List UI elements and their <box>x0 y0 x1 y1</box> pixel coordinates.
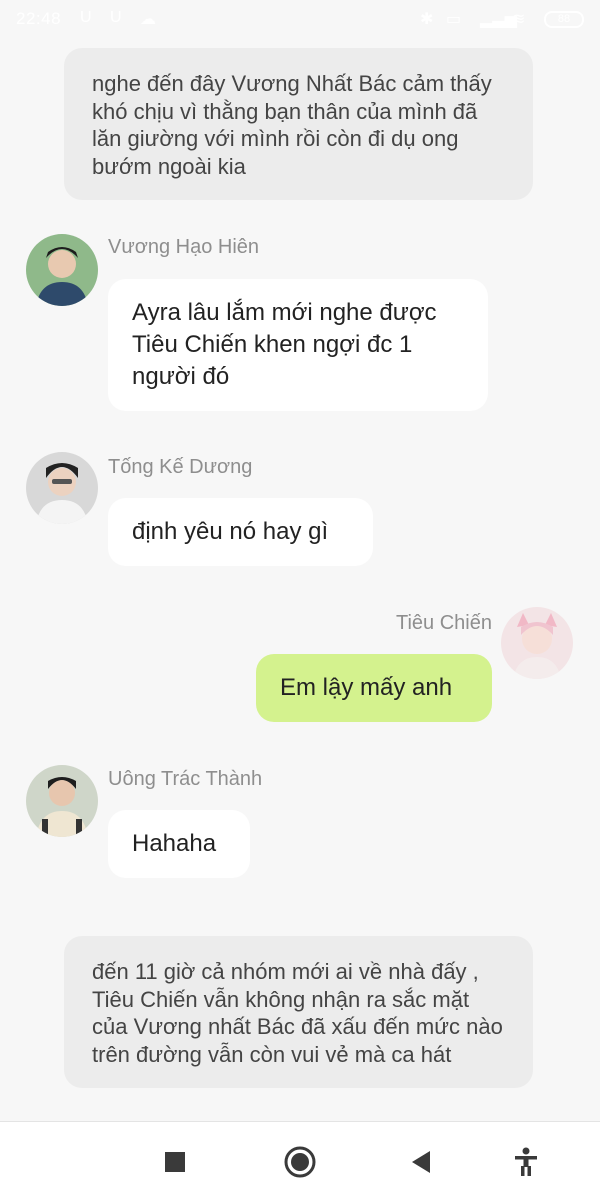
battery-icon: 88 <box>544 11 584 28</box>
u-notification-icon: U <box>80 9 92 26</box>
status-time: 22:48 <box>16 9 62 28</box>
message-text: Em lậy mấy anh <box>280 674 453 701</box>
circle-home-icon[interactable] <box>280 1144 320 1180</box>
avatar-tong-ke-duong[interactable] <box>26 452 98 524</box>
narration-text: nghe đến đây Vương Nhất Bác cảm thấy khó… <box>92 71 492 179</box>
sender-name: Tống Kế Dương <box>108 456 253 478</box>
narration-text: đến 11 giờ cả nhóm mới ai về nhà đấy , T… <box>92 959 503 1067</box>
vibrate-icon: ▭ <box>446 11 462 28</box>
accessibility-icon[interactable] <box>506 1144 546 1180</box>
avatar-tieu-chien[interactable] <box>501 607 573 679</box>
my-message-bubble[interactable]: Em lậy mấy anh <box>256 654 492 722</box>
message-text: Hahaha <box>132 830 217 857</box>
square-icon[interactable] <box>155 1144 195 1180</box>
sender-name: Uông Trác Thành <box>108 768 263 790</box>
avatar-image <box>26 452 98 524</box>
narration-box-top: nghe đến đây Vương Nhất Bác cảm thấy khó… <box>64 48 533 200</box>
avatar-image <box>501 607 573 679</box>
sender-name: Vương Hạo Hiên <box>108 236 260 258</box>
cloud-icon: ☁ <box>140 11 156 28</box>
avatar-image <box>26 234 98 306</box>
status-bar: 22:48 U U ☁ ✱ ▭ ▂▃▅ ≋ 88 <box>0 0 600 38</box>
message-text: Ayra lâu lắm mới nghe được Tiêu Chiến kh… <box>132 299 437 390</box>
navigation-bar <box>0 1121 600 1200</box>
message-bubble[interactable]: định yêu nó hay gì <box>108 498 373 566</box>
bluetooth-icon: ✱ <box>420 11 434 28</box>
wifi-icon: ≋ <box>512 11 526 28</box>
message-text: định yêu nó hay gì <box>132 518 329 545</box>
avatar-vuong-hao-hien[interactable] <box>26 234 98 306</box>
back-triangle-icon[interactable] <box>402 1144 442 1180</box>
message-bubble[interactable]: Hahaha <box>108 810 250 878</box>
sender-name: Tiêu Chiến <box>396 612 492 634</box>
avatar-uong-trac-thanh[interactable] <box>26 765 98 837</box>
u-notification-icon-2: U <box>110 9 122 26</box>
narration-box-bottom: đến 11 giờ cả nhóm mới ai về nhà đấy , T… <box>64 936 533 1088</box>
avatar-image <box>26 765 98 837</box>
message-bubble[interactable]: Ayra lâu lắm mới nghe được Tiêu Chiến kh… <box>108 279 488 411</box>
